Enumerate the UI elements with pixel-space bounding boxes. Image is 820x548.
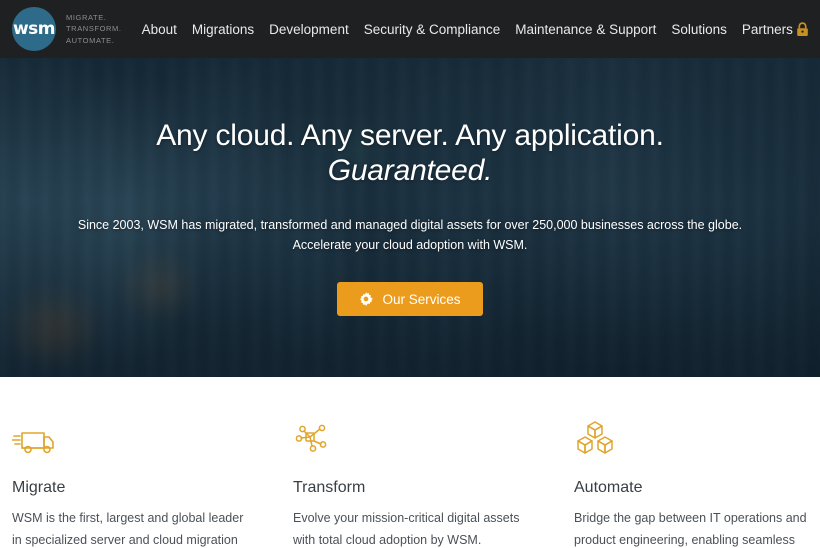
feature-card-migrate: Migrate WSM is the first, largest and gl… xyxy=(12,411,293,548)
logo-wordmark: wsm xyxy=(12,18,56,39)
feature-text-automate: Bridge the gap between IT operations and… xyxy=(574,511,807,547)
feature-card-automate: Automate Bridge the gap between IT opera… xyxy=(574,411,818,548)
tagline-line-1: MIGRATE. xyxy=(66,12,107,22)
moving-truck-icon xyxy=(12,411,253,457)
feature-title-transform: Transform xyxy=(293,479,366,496)
nav-item-maintenance-support[interactable]: Maintenance & Support xyxy=(515,22,656,37)
hero-section: Any cloud. Any server. Any application. … xyxy=(0,58,820,377)
nav-links: About Migrations Development Security & … xyxy=(142,22,793,37)
tagline-line-3: AUTOMATE. xyxy=(66,35,115,45)
our-services-label: Our Services xyxy=(382,291,461,307)
brand-logo[interactable]: wsm MIGRATE. TRANSFORM. AUTOMATE. xyxy=(12,7,122,51)
nav-item-solutions[interactable]: Solutions xyxy=(671,22,727,37)
tagline-line-2: TRANSFORM. xyxy=(66,24,122,34)
hero-title-line-1: Any cloud. Any server. Any application. xyxy=(156,119,664,152)
feature-title-migrate: Migrate xyxy=(12,479,66,496)
feature-title-automate: Automate xyxy=(574,479,643,496)
nav-item-security-compliance[interactable]: Security & Compliance xyxy=(364,22,501,37)
feature-text-migrate: WSM is the first, largest and global lea… xyxy=(12,511,244,547)
hero-title-line-2: Guaranteed. xyxy=(327,154,493,188)
hero-subtitle-line-2: Accelerate your cloud adoption with WSM. xyxy=(292,238,528,253)
nav-item-development[interactable]: Development xyxy=(269,22,349,37)
network-nodes-icon xyxy=(293,411,534,457)
hero-subtitle: Since 2003, WSM has migrated, transforme… xyxy=(78,215,742,256)
stacked-cubes-icon xyxy=(574,411,818,457)
our-services-button[interactable]: Our Services xyxy=(337,282,483,317)
lock-icon[interactable] xyxy=(793,18,812,40)
nav-item-migrations[interactable]: Migrations xyxy=(192,22,254,37)
feature-text-transform: Evolve your mission-critical digital ass… xyxy=(293,511,520,547)
hero-title: Any cloud. Any server. Any application. … xyxy=(156,118,664,189)
hero-subtitle-line-1: Since 2003, WSM has migrated, transforme… xyxy=(77,217,743,232)
nav-item-partners[interactable]: Partners xyxy=(742,22,793,37)
nav-item-about[interactable]: About xyxy=(142,22,177,37)
feature-card-transform: Transform Evolve your mission-critical d… xyxy=(293,411,574,548)
gear-icon xyxy=(359,292,374,307)
wsm-logo-icon: wsm xyxy=(12,7,56,51)
features-section: Migrate WSM is the first, largest and gl… xyxy=(0,377,820,548)
brand-tagline: MIGRATE. TRANSFORM. AUTOMATE. xyxy=(66,12,122,47)
top-navigation-bar: wsm MIGRATE. TRANSFORM. AUTOMATE. About … xyxy=(0,0,820,58)
